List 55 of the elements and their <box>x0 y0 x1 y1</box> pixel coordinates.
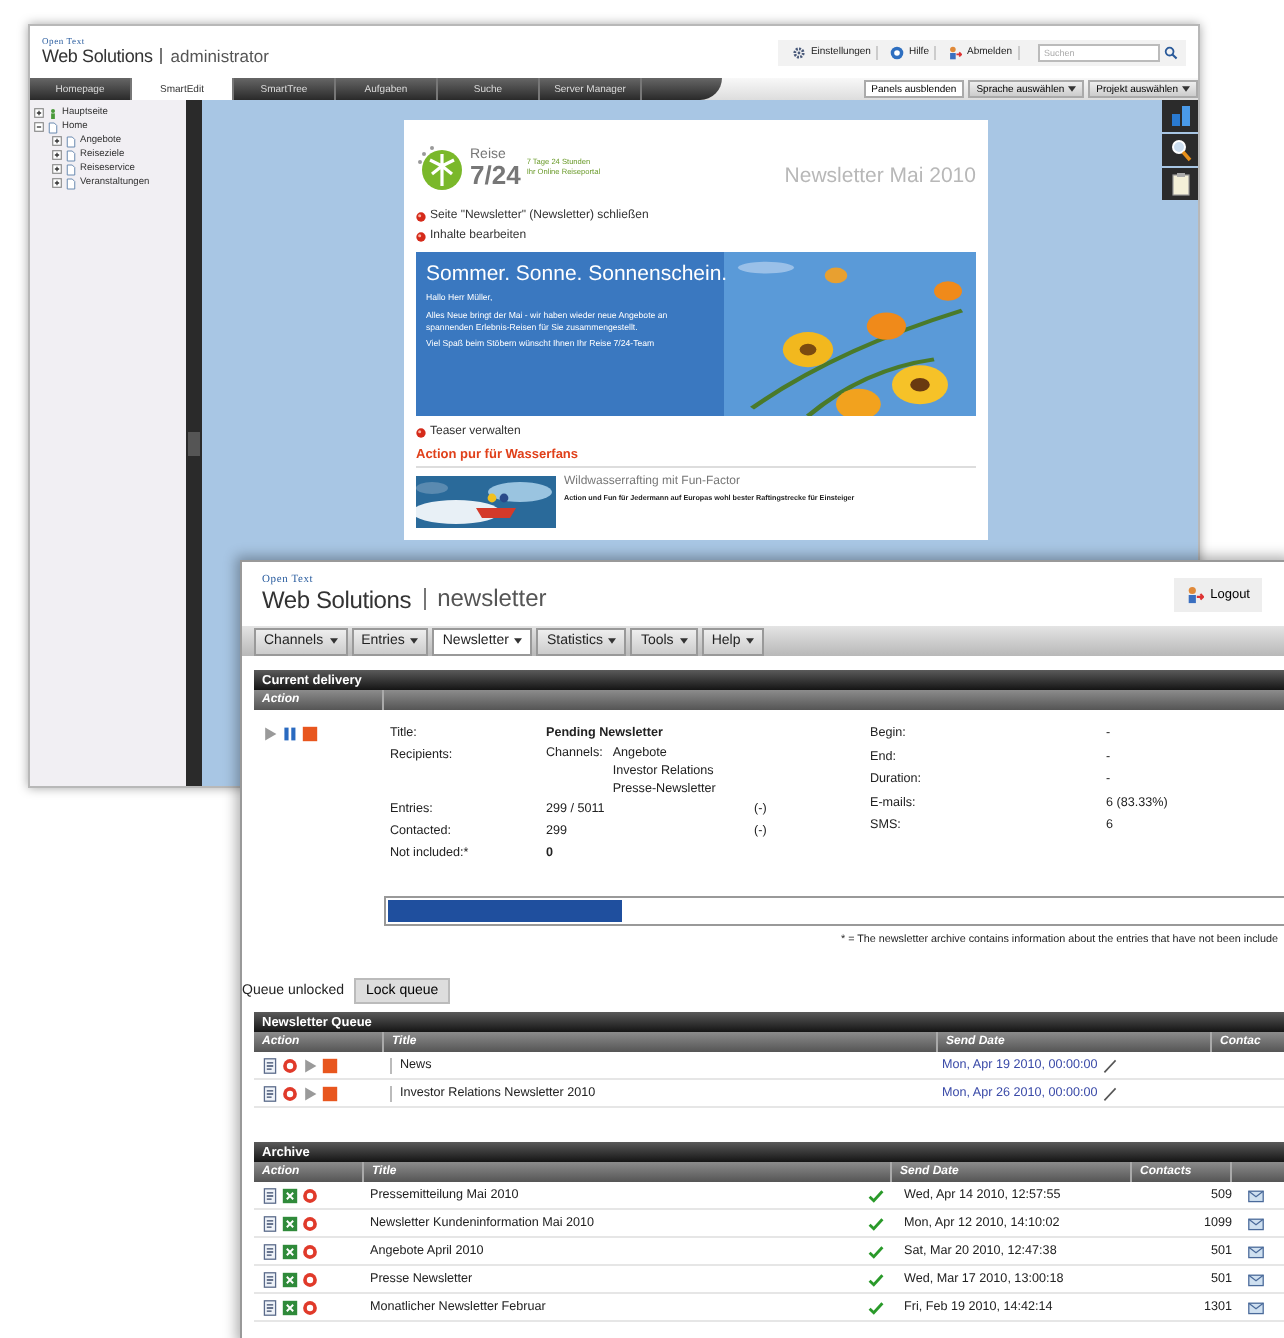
bullet-icon <box>416 211 426 221</box>
spreadsheet-icon[interactable] <box>282 1243 298 1259</box>
pause-icon[interactable] <box>282 726 298 742</box>
caret-icon <box>608 638 617 644</box>
mail-icon[interactable] <box>1248 1271 1264 1287</box>
spreadsheet-icon[interactable] <box>282 1299 298 1315</box>
palm-logo-icon <box>416 144 464 192</box>
start-page-icon <box>48 107 58 119</box>
document-icon[interactable] <box>262 1187 278 1203</box>
section-name: newsletter <box>423 587 547 610</box>
spreadsheet-icon[interactable] <box>282 1187 298 1203</box>
caret-icon <box>1182 86 1190 92</box>
mail-icon[interactable] <box>1248 1187 1264 1203</box>
document-icon[interactable] <box>262 1299 278 1315</box>
document-icon[interactable] <box>262 1215 278 1231</box>
caret-icon <box>1068 86 1077 92</box>
document-icon[interactable] <box>262 1271 278 1287</box>
mail-icon[interactable] <box>1248 1215 1264 1231</box>
bullet-icon <box>416 231 426 241</box>
logout-icon <box>948 45 963 59</box>
logout-icon <box>1186 585 1205 603</box>
expander-icon[interactable] <box>52 164 62 174</box>
blocks-icon[interactable] <box>1169 104 1191 128</box>
section-name: administrator <box>160 47 269 64</box>
mail-icon[interactable] <box>1248 1299 1264 1315</box>
caret-icon <box>410 638 419 644</box>
expander-icon[interactable] <box>52 136 62 146</box>
mail-icon[interactable] <box>1248 1243 1264 1259</box>
document-icon[interactable] <box>262 1085 278 1101</box>
logo-number: 7/24 <box>470 162 521 188</box>
play-icon[interactable] <box>262 726 278 742</box>
caret-icon <box>329 638 338 644</box>
banner-headline: Sommer. Sonne. Sonnenschein. <box>426 262 730 286</box>
product-name: Web Solutions <box>42 47 153 66</box>
clipboard-icon[interactable] <box>1169 172 1191 196</box>
document-icon[interactable] <box>262 1243 278 1259</box>
expander-icon[interactable] <box>34 122 44 132</box>
caret-icon <box>746 638 755 644</box>
bullet-icon <box>416 427 426 437</box>
help-icon <box>890 45 905 59</box>
spreadsheet-icon[interactable] <box>282 1271 298 1287</box>
document-icon[interactable] <box>262 1057 278 1073</box>
search-icon[interactable] <box>1164 45 1178 59</box>
expander-icon[interactable] <box>52 150 62 160</box>
gear-icon <box>792 45 807 59</box>
splitter-handle[interactable] <box>188 431 200 455</box>
expander-icon[interactable] <box>52 178 62 188</box>
spreadsheet-icon[interactable] <box>282 1215 298 1231</box>
caret-icon <box>514 638 523 644</box>
stop-icon[interactable] <box>302 726 318 742</box>
expander-icon[interactable] <box>34 108 44 118</box>
caret-icon <box>679 638 688 644</box>
issue-title: Newsletter Mai 2010 <box>784 164 976 188</box>
product-name: Web Solutions <box>262 587 412 612</box>
search-icon[interactable] <box>1169 138 1191 162</box>
